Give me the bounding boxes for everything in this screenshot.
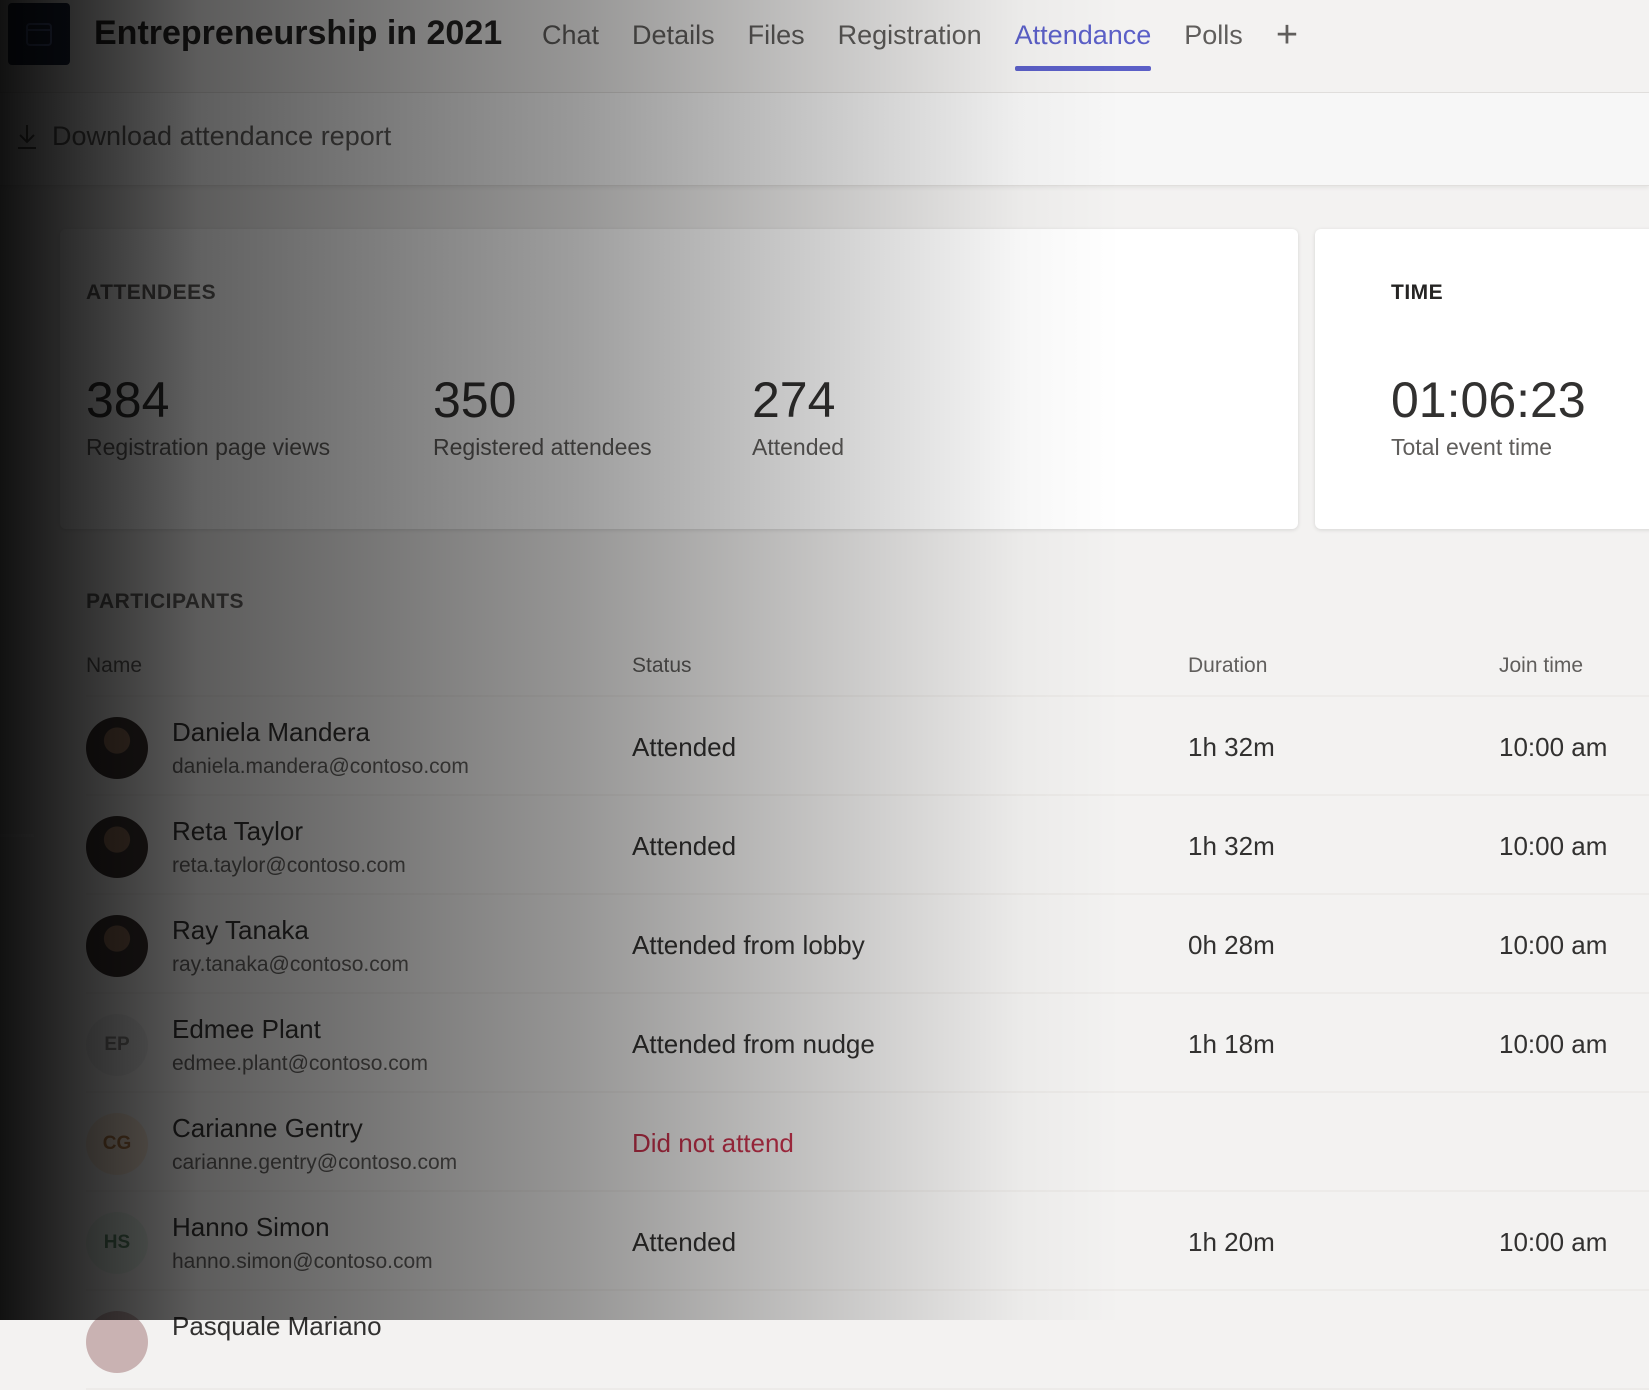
tab-attendance[interactable]: Attendance xyxy=(1014,20,1151,71)
attendees-card: ATTENDEES 384 Registration page views 35… xyxy=(60,229,1298,529)
table-row[interactable]: HS Hanno Simon hanno.simon@contoso.com A… xyxy=(86,1192,1649,1291)
top-bar: Entrepreneurship in 2021 Chat Details Fi… xyxy=(0,0,1649,93)
stat-label: Total event time xyxy=(1391,434,1553,460)
participant-email: ray.tanaka@contoso.com xyxy=(172,953,409,976)
stat-registration-page-views: 384 Registration page views xyxy=(86,372,330,461)
time-heading: TIME xyxy=(1391,281,1444,304)
avatar xyxy=(86,915,148,977)
stat-value: 274 xyxy=(752,372,836,428)
add-tab-button[interactable]: + xyxy=(1276,16,1298,71)
column-status[interactable]: Status xyxy=(632,654,692,678)
tab-files[interactable]: Files xyxy=(748,20,805,71)
table-row[interactable]: Ray Tanaka ray.tanaka@contoso.com Attend… xyxy=(86,895,1649,994)
stat-value: 384 xyxy=(86,372,170,428)
participant-duration: 1h 20m xyxy=(1188,1227,1275,1257)
stat-label: Registration page views xyxy=(86,434,331,460)
meeting-title: Entrepreneurship in 2021 xyxy=(94,14,503,52)
participant-duration: 1h 32m xyxy=(1188,732,1275,762)
stat-label: Attended xyxy=(752,434,845,460)
participant-status: Attended from nudge xyxy=(632,1029,875,1059)
download-icon xyxy=(18,124,36,149)
stat-value: 01:06:23 xyxy=(1391,372,1586,428)
participant-status: Did not attend xyxy=(632,1128,794,1158)
toolbar: Download attendance report xyxy=(0,93,1649,186)
participant-join-time: 10:00 am xyxy=(1499,1029,1608,1059)
participant-name: Hanno Simon xyxy=(172,1212,330,1242)
table-row[interactable]: Daniela Mandera daniela.mandera@contoso.… xyxy=(86,697,1649,796)
avatar: EP xyxy=(86,1014,148,1076)
table-header: Name Status Duration Join time xyxy=(86,640,1649,697)
stat-label: Registered attendees xyxy=(433,434,652,460)
avatar xyxy=(86,1311,148,1373)
calendar-icon xyxy=(26,23,52,46)
table-row[interactable]: CG Carianne Gentry carianne.gentry@conto… xyxy=(86,1093,1649,1192)
tab-bar: Chat Details Files Registration Attendan… xyxy=(542,16,1298,71)
participant-join-time: 10:00 am xyxy=(1499,930,1608,960)
participant-status: Attended xyxy=(632,732,737,762)
participant-email: reta.taylor@contoso.com xyxy=(172,854,406,877)
participants-table: Name Status Duration Join time Daniela M… xyxy=(86,640,1649,1390)
stat-attended: 274 Attended xyxy=(752,372,844,461)
download-label: Download attendance report xyxy=(52,121,392,151)
participant-duration: 0h 28m xyxy=(1188,930,1275,960)
participant-status: Attended xyxy=(632,831,737,861)
tab-chat[interactable]: Chat xyxy=(542,20,599,71)
participant-status: Attended xyxy=(632,1227,737,1257)
column-duration[interactable]: Duration xyxy=(1188,654,1267,678)
avatar: HS xyxy=(86,1212,148,1274)
table-row[interactable]: Reta Taylor reta.taylor@contoso.com Atte… xyxy=(86,796,1649,895)
stat-total-event-time: 01:06:23 Total event time xyxy=(1391,372,1586,461)
participant-join-time: 10:00 am xyxy=(1499,831,1608,861)
tab-polls[interactable]: Polls xyxy=(1184,20,1243,71)
meeting-app-icon[interactable] xyxy=(8,3,70,65)
column-join-time[interactable]: Join time xyxy=(1499,654,1583,678)
avatar xyxy=(86,717,148,779)
download-attendance-report-button[interactable]: Download attendance report xyxy=(16,121,391,152)
stat-registered-attendees: 350 Registered attendees xyxy=(433,372,652,461)
participant-join-time: 10:00 am xyxy=(1499,732,1608,762)
participants-heading: PARTICIPANTS xyxy=(86,590,245,613)
tab-details[interactable]: Details xyxy=(632,20,715,71)
participant-name: Pasquale Mariano xyxy=(172,1311,382,1341)
participant-name: Daniela Mandera xyxy=(172,717,371,747)
participant-join-time: 10:00 am xyxy=(1499,1227,1608,1257)
column-name[interactable]: Name xyxy=(86,654,142,678)
divider xyxy=(0,834,34,837)
avatar: CG xyxy=(86,1113,148,1175)
participant-name: Reta Taylor xyxy=(172,816,304,846)
participant-name: Edmee Plant xyxy=(172,1014,321,1044)
participant-email: daniela.mandera@contoso.com xyxy=(172,755,469,778)
time-card: TIME 01:06:23 Total event time xyxy=(1315,229,1649,529)
attendees-heading: ATTENDEES xyxy=(86,281,217,304)
table-row[interactable]: Pasquale Mariano xyxy=(86,1291,1649,1390)
participant-duration: 1h 18m xyxy=(1188,1029,1275,1059)
participant-name: Ray Tanaka xyxy=(172,915,309,945)
tab-registration[interactable]: Registration xyxy=(838,20,982,71)
participant-status: Attended from lobby xyxy=(632,930,865,960)
participant-duration: 1h 32m xyxy=(1188,831,1275,861)
table-row[interactable]: EP Edmee Plant edmee.plant@contoso.com A… xyxy=(86,994,1649,1093)
participant-email: carianne.gentry@contoso.com xyxy=(172,1151,458,1174)
participant-email: hanno.simon@contoso.com xyxy=(172,1250,433,1273)
stat-value: 350 xyxy=(433,372,517,428)
avatar xyxy=(86,816,148,878)
participant-email: edmee.plant@contoso.com xyxy=(172,1052,428,1075)
participant-name: Carianne Gentry xyxy=(172,1113,363,1143)
